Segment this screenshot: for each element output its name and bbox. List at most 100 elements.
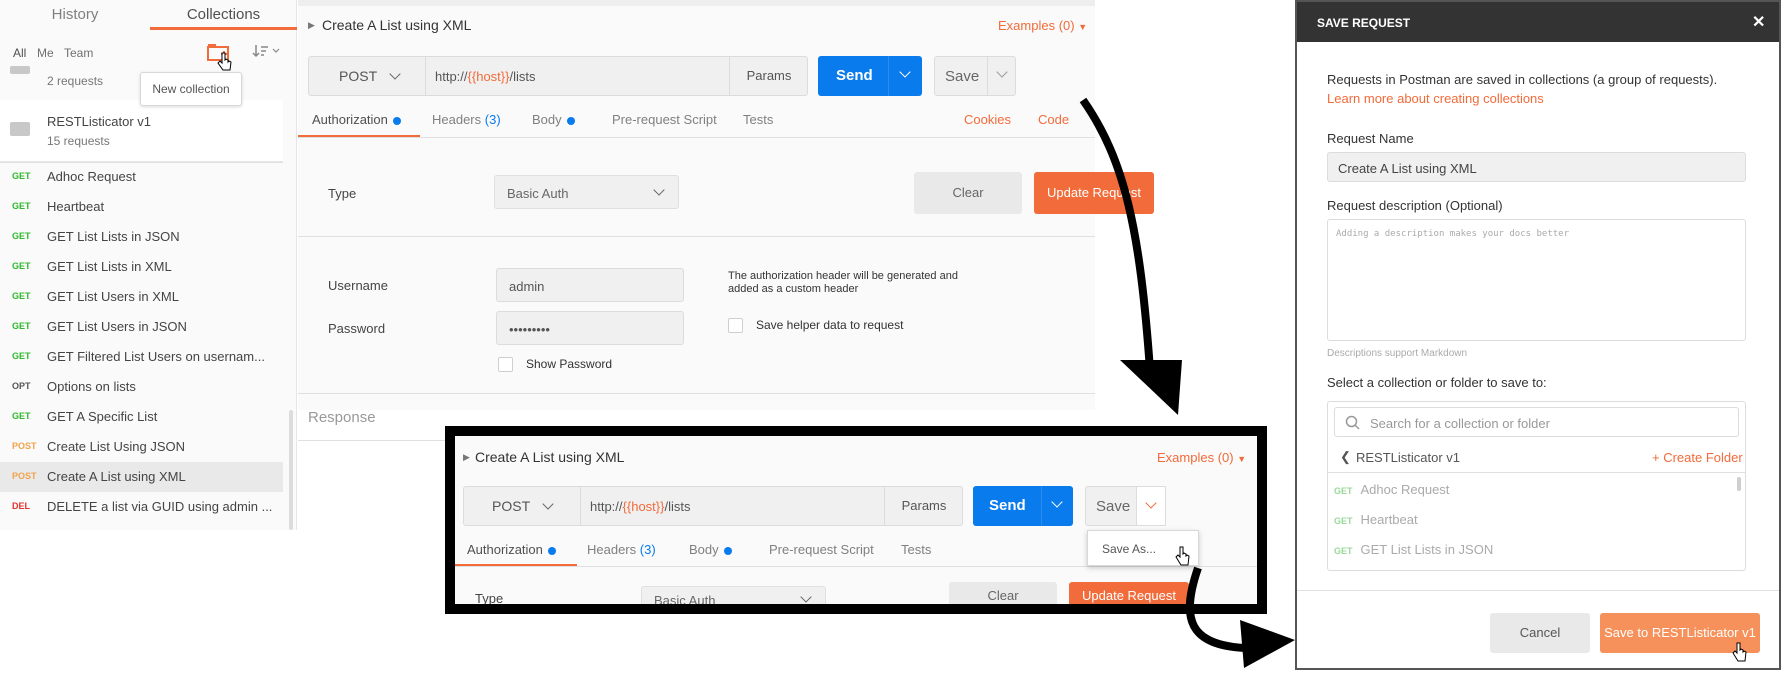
inset-params-button[interactable]: Params bbox=[884, 487, 963, 525]
send-options-button[interactable] bbox=[1041, 486, 1073, 526]
request-name-input[interactable]: Create A List using XML bbox=[1327, 152, 1746, 182]
sidebar-tabs: History Collections bbox=[0, 0, 297, 30]
back-chevron-icon[interactable]: ❮ bbox=[1340, 449, 1351, 465]
examples-dropdown[interactable]: Examples (0) ▼ bbox=[998, 18, 1087, 33]
password-input[interactable]: ••••••••• bbox=[496, 311, 684, 345]
tab-headers[interactable]: Headers (3) bbox=[587, 542, 656, 557]
learn-more-link[interactable]: Learn more about creating collections bbox=[1327, 91, 1544, 106]
screenshot-stage: History Collections All Me Team 2 reques… bbox=[0, 0, 1781, 680]
caret-right-icon[interactable]: ▶ bbox=[463, 452, 470, 463]
cookies-link[interactable]: Cookies bbox=[964, 112, 1011, 127]
method-badge: GET bbox=[12, 231, 31, 241]
caret-right-icon[interactable]: ▶ bbox=[308, 20, 315, 31]
inset-url-input[interactable]: http://{{host}}/lists bbox=[590, 499, 690, 514]
method-badge: DEL bbox=[12, 501, 30, 511]
method-badge: GET bbox=[12, 321, 31, 331]
tab-collections[interactable]: Collections bbox=[150, 0, 297, 30]
picker-scrollbar[interactable] bbox=[1737, 477, 1741, 491]
inset-examples-dropdown[interactable]: Examples (0) ▼ bbox=[1157, 450, 1246, 465]
show-password-label: Show Password bbox=[526, 357, 613, 371]
sidebar-request-item[interactable]: GET GET List Lists in XML bbox=[0, 252, 283, 282]
sidebar-request-item[interactable]: GET GET List Users in JSON bbox=[0, 312, 283, 342]
collection-list-item[interactable]: GET GET List Lists in JSON bbox=[1334, 542, 1734, 557]
filter-me[interactable]: Me bbox=[37, 46, 54, 60]
username-input[interactable]: admin bbox=[496, 268, 684, 302]
collection-item[interactable]: RESTListicator v1 15 requests bbox=[0, 100, 283, 162]
sidebar-request-item[interactable]: GET GET List Lists in JSON bbox=[0, 222, 283, 252]
cancel-button[interactable]: Cancel bbox=[1490, 613, 1590, 653]
inset-method-select[interactable]: POST bbox=[492, 498, 554, 514]
inset-send-button[interactable]: Send bbox=[973, 486, 1073, 526]
tab-authorization[interactable]: Authorization bbox=[467, 542, 556, 557]
auth-type-select[interactable]: Basic Auth bbox=[494, 175, 679, 209]
save-as-item[interactable]: Save As... bbox=[1102, 542, 1156, 556]
request-name: GET List Lists in JSON bbox=[47, 229, 180, 244]
code-link[interactable]: Code bbox=[1038, 112, 1069, 127]
chevron-down-icon bbox=[1145, 497, 1157, 509]
show-password-checkbox[interactable] bbox=[498, 357, 513, 372]
filter-all[interactable]: All bbox=[13, 46, 26, 60]
update-request-button[interactable]: Update Request bbox=[1034, 172, 1154, 214]
method-label: POST bbox=[492, 498, 530, 514]
sidebar-request-item[interactable]: OPT Options on lists bbox=[0, 372, 283, 402]
save-helper-label: Save helper data to request bbox=[756, 318, 904, 332]
request-name: Adhoc Request bbox=[1360, 482, 1450, 497]
create-folder-link[interactable]: + Create Folder bbox=[1652, 450, 1743, 465]
chevron-down-icon bbox=[899, 66, 911, 78]
method-select[interactable]: POST bbox=[339, 68, 401, 84]
description-textarea[interactable]: Adding a description makes your docs bet… bbox=[1327, 219, 1746, 341]
tab-prerequest[interactable]: Pre-request Script bbox=[769, 542, 874, 557]
inset-save-button[interactable]: Save bbox=[1085, 486, 1166, 526]
url-input[interactable]: http://{{host}}/lists bbox=[435, 69, 535, 84]
collection-name: RESTListicator v1 bbox=[47, 114, 152, 129]
sidebar-request-item[interactable]: POST Create A List using XML bbox=[0, 462, 283, 492]
send-button[interactable]: Send bbox=[818, 56, 922, 96]
inset-clear-button[interactable]: Clear bbox=[949, 582, 1057, 604]
request-name: DELETE a list via GUID using admin ... bbox=[47, 499, 273, 514]
collection-search-input[interactable]: Search for a collection or folder bbox=[1334, 407, 1739, 437]
collection-list-item[interactable]: GET Heartbeat bbox=[1334, 512, 1734, 527]
indicator-dot bbox=[547, 546, 556, 555]
sidebar-request-item[interactable]: GET GET A Specific List bbox=[0, 402, 283, 432]
markdown-hint: Descriptions support Markdown bbox=[1327, 348, 1468, 359]
tab-prerequest[interactable]: Pre-request Script bbox=[612, 112, 717, 127]
request-panel: ▶ Create A List using XML Examples (0) ▼… bbox=[298, 0, 1154, 410]
method-badge: GET bbox=[12, 201, 31, 211]
close-icon[interactable]: ✕ bbox=[1752, 12, 1765, 32]
sidebar-request-item[interactable]: POST Create List Using JSON bbox=[0, 432, 283, 462]
method-badge: GET bbox=[12, 411, 31, 421]
username-value: admin bbox=[509, 279, 545, 294]
sidebar-request-item[interactable]: GET GET List Users in XML bbox=[0, 282, 283, 312]
tab-body[interactable]: Body bbox=[689, 542, 732, 557]
save-button[interactable]: Save bbox=[934, 56, 1016, 96]
save-helper-checkbox[interactable] bbox=[728, 318, 743, 333]
dialog-header: SAVE REQUEST ✕ bbox=[1297, 2, 1779, 42]
method-badge: POST bbox=[12, 441, 37, 451]
sidebar-scrollbar[interactable] bbox=[289, 410, 293, 530]
params-button[interactable]: Params bbox=[729, 57, 808, 95]
tab-body[interactable]: Body bbox=[532, 112, 575, 127]
tab-authorization[interactable]: Authorization bbox=[312, 112, 401, 127]
tab-tests[interactable]: Tests bbox=[901, 542, 931, 557]
sidebar-request-item[interactable]: DEL DELETE a list via GUID using admin ..… bbox=[0, 492, 283, 522]
save-options-button[interactable] bbox=[1136, 486, 1166, 526]
send-options-button[interactable] bbox=[888, 56, 922, 96]
inset-update-request-button[interactable]: Update Request bbox=[1069, 582, 1189, 604]
sidebar-request-item[interactable]: GET GET Filtered List Users on usernam... bbox=[0, 342, 283, 372]
inset-auth-type-select[interactable]: Basic Auth bbox=[641, 586, 826, 604]
sidebar-request-item[interactable]: GET Heartbeat bbox=[0, 192, 283, 222]
collection-count-above: 2 requests bbox=[47, 74, 104, 88]
chevron-down-icon bbox=[1051, 496, 1063, 508]
tab-history[interactable]: History bbox=[0, 0, 150, 30]
sidebar-request-item[interactable]: GET Adhoc Request bbox=[0, 162, 283, 192]
divider bbox=[455, 566, 1257, 567]
chevron-down-icon[interactable] bbox=[996, 66, 1008, 78]
clear-button[interactable]: Clear bbox=[914, 172, 1022, 214]
collection-list-item[interactable]: GET Adhoc Request bbox=[1334, 482, 1734, 497]
filter-team[interactable]: Team bbox=[64, 46, 93, 60]
dialog-intro: Requests in Postman are saved in collect… bbox=[1327, 72, 1718, 87]
sort-icon[interactable] bbox=[252, 44, 280, 58]
tab-tests[interactable]: Tests bbox=[743, 112, 773, 127]
request-name: Heartbeat bbox=[1360, 512, 1418, 527]
tab-headers[interactable]: Headers (3) bbox=[432, 112, 501, 127]
